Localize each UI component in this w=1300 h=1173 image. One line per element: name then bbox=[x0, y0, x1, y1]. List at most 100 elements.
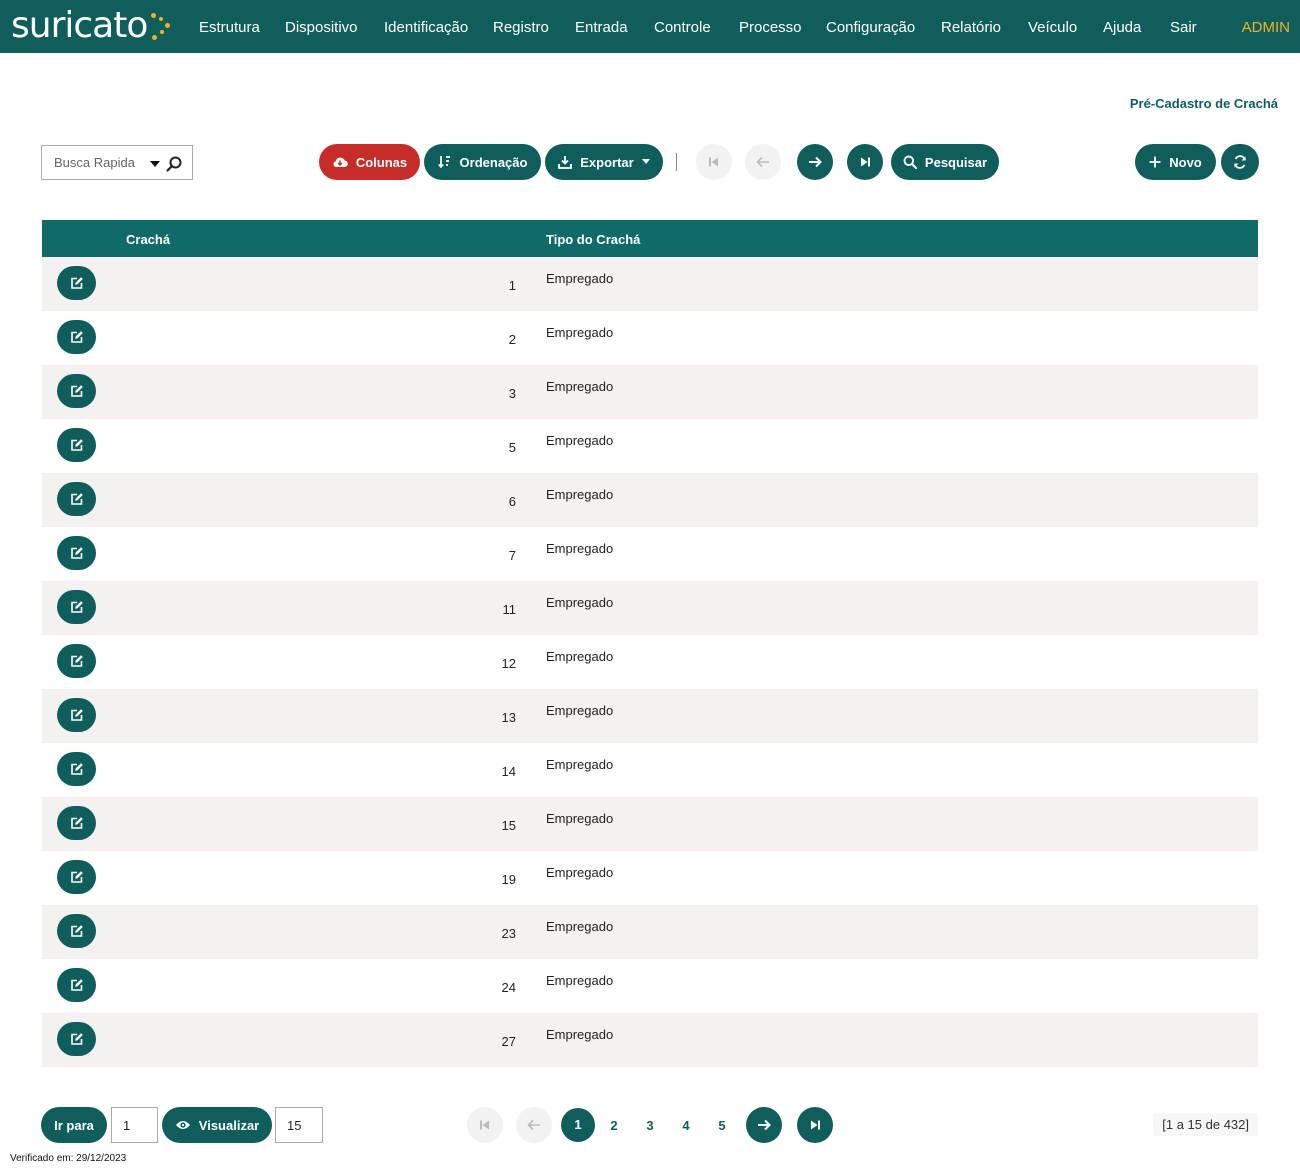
previous-page-button[interactable] bbox=[745, 144, 781, 180]
sort-icon bbox=[437, 156, 450, 169]
edit-button[interactable] bbox=[57, 1022, 96, 1056]
badge-type: Empregado bbox=[546, 811, 614, 826]
table-row[interactable]: 2 Empregado bbox=[42, 311, 1258, 365]
table-row[interactable]: 24 Empregado bbox=[42, 959, 1258, 1013]
next-page-button[interactable] bbox=[797, 144, 833, 180]
column-header-type[interactable]: Tipo do Crachá bbox=[546, 220, 640, 259]
edit-button[interactable] bbox=[57, 374, 96, 408]
bottom-next-page-button[interactable] bbox=[746, 1107, 782, 1143]
nav-item-relatorio[interactable]: Relatório bbox=[941, 0, 1001, 53]
goto-label: Ir para bbox=[54, 1117, 94, 1133]
search-button[interactable]: Pesquisar bbox=[891, 144, 999, 180]
edit-button[interactable] bbox=[57, 482, 96, 516]
caret-down-icon[interactable] bbox=[150, 161, 160, 167]
sort-label: Ordenação bbox=[459, 154, 528, 170]
badge-type: Empregado bbox=[546, 595, 614, 610]
brand-logo[interactable]: suricato bbox=[11, 4, 171, 48]
refresh-button[interactable] bbox=[1221, 144, 1259, 180]
table-row[interactable]: 13 Empregado bbox=[42, 689, 1258, 743]
nav-item-entrada[interactable]: Entrada bbox=[575, 0, 628, 53]
table-row[interactable]: 15 Empregado bbox=[42, 797, 1258, 851]
user-name[interactable]: ADMIN bbox=[1242, 0, 1290, 53]
toolbar-divider bbox=[676, 153, 677, 171]
edit-button[interactable] bbox=[57, 266, 96, 300]
page-link-1[interactable]: 1 bbox=[561, 1108, 595, 1142]
nav-item-processo[interactable]: Processo bbox=[739, 0, 802, 53]
nav-item-ajuda[interactable]: Ajuda bbox=[1103, 0, 1141, 53]
edit-button[interactable] bbox=[57, 806, 96, 840]
table-row[interactable]: 5 Empregado bbox=[42, 419, 1258, 473]
table-row[interactable]: 6 Empregado bbox=[42, 473, 1258, 527]
page-size-input[interactable] bbox=[275, 1107, 323, 1143]
table-row[interactable]: 14 Empregado bbox=[42, 743, 1258, 797]
last-page-button[interactable] bbox=[847, 144, 883, 180]
columns-label: Colunas bbox=[355, 154, 408, 170]
badge-number: 15 bbox=[501, 818, 516, 833]
export-label: Exportar bbox=[580, 154, 634, 170]
badge-number: 2 bbox=[508, 332, 516, 347]
badge-type: Empregado bbox=[546, 757, 614, 772]
nav-item-registro[interactable]: Registro bbox=[493, 0, 549, 53]
table-row[interactable]: 19 Empregado bbox=[42, 851, 1258, 905]
badge-type: Empregado bbox=[546, 541, 614, 556]
edit-button[interactable] bbox=[57, 590, 96, 624]
edit-button[interactable] bbox=[57, 644, 96, 678]
table-row[interactable]: 7 Empregado bbox=[42, 527, 1258, 581]
verified-date: Verificado em: 29/12/2023 bbox=[10, 1153, 127, 1164]
table-row[interactable]: 12 Empregado bbox=[42, 635, 1258, 689]
nav-item-veiculo[interactable]: Veículo bbox=[1028, 0, 1077, 53]
columns-button[interactable]: Colunas bbox=[319, 144, 420, 180]
arrow-left-icon bbox=[756, 156, 769, 168]
nav-item-configuracao[interactable]: Configuração bbox=[826, 0, 915, 53]
edit-icon bbox=[70, 601, 83, 613]
edit-button[interactable] bbox=[57, 968, 96, 1002]
edit-button[interactable] bbox=[57, 536, 96, 570]
search-icon[interactable] bbox=[165, 155, 183, 173]
skip-first-icon bbox=[480, 1120, 489, 1130]
sort-button[interactable]: Ordenação bbox=[424, 144, 541, 180]
page-link-4[interactable]: 4 bbox=[669, 1110, 703, 1142]
top-navbar: suricato Estrutura Dispositivo Identific… bbox=[0, 0, 1300, 53]
nav-item-estrutura[interactable]: Estrutura bbox=[199, 0, 260, 53]
download-icon bbox=[558, 156, 573, 169]
table-row[interactable]: 3 Empregado bbox=[42, 365, 1258, 419]
page-link-3[interactable]: 3 bbox=[633, 1110, 667, 1142]
nav-item-controle[interactable]: Controle bbox=[654, 0, 711, 53]
first-page-button[interactable] bbox=[696, 144, 732, 180]
table-row[interactable]: 1 Empregado bbox=[42, 257, 1258, 311]
edit-button[interactable] bbox=[57, 320, 96, 354]
table-row[interactable]: 11 Empregado bbox=[42, 581, 1258, 635]
view-button[interactable]: Visualizar bbox=[162, 1107, 272, 1143]
table-row[interactable]: 23 Empregado bbox=[42, 905, 1258, 959]
badge-number: 7 bbox=[508, 548, 516, 563]
goto-button[interactable]: Ir para bbox=[41, 1107, 107, 1143]
arrow-left-icon bbox=[527, 1119, 540, 1131]
bottom-last-page-button[interactable] bbox=[797, 1107, 833, 1143]
nav-item-identificacao[interactable]: Identificação bbox=[384, 0, 468, 53]
edit-button[interactable] bbox=[57, 428, 96, 462]
table-body: 1 Empregado 2 Empregado 3 Empregado 5 Em… bbox=[42, 257, 1258, 1067]
quick-search-input[interactable] bbox=[42, 146, 146, 179]
nav-item-sair[interactable]: Sair bbox=[1170, 0, 1197, 53]
arrow-right-icon bbox=[809, 156, 822, 168]
edit-icon bbox=[70, 871, 83, 883]
edit-icon bbox=[70, 1033, 83, 1045]
nav-item-dispositivo[interactable]: Dispositivo bbox=[285, 0, 358, 53]
bottom-previous-page-button[interactable] bbox=[516, 1107, 552, 1143]
edit-button[interactable] bbox=[57, 698, 96, 732]
badge-number: 3 bbox=[508, 386, 516, 401]
new-button[interactable]: Novo bbox=[1135, 144, 1216, 180]
edit-button[interactable] bbox=[57, 914, 96, 948]
column-header-badge[interactable]: Crachá bbox=[126, 220, 170, 259]
page-link-5[interactable]: 5 bbox=[705, 1110, 739, 1142]
badge-number: 12 bbox=[501, 656, 516, 671]
edit-button[interactable] bbox=[57, 752, 96, 786]
edit-button[interactable] bbox=[57, 860, 96, 894]
bottom-first-page-button[interactable] bbox=[467, 1107, 503, 1143]
search-label: Pesquisar bbox=[924, 154, 988, 170]
badge-type: Empregado bbox=[546, 865, 614, 880]
table-row[interactable]: 27 Empregado bbox=[42, 1013, 1258, 1067]
export-button[interactable]: Exportar bbox=[545, 144, 663, 180]
page-link-2[interactable]: 2 bbox=[597, 1110, 631, 1142]
goto-page-input[interactable] bbox=[111, 1107, 158, 1143]
